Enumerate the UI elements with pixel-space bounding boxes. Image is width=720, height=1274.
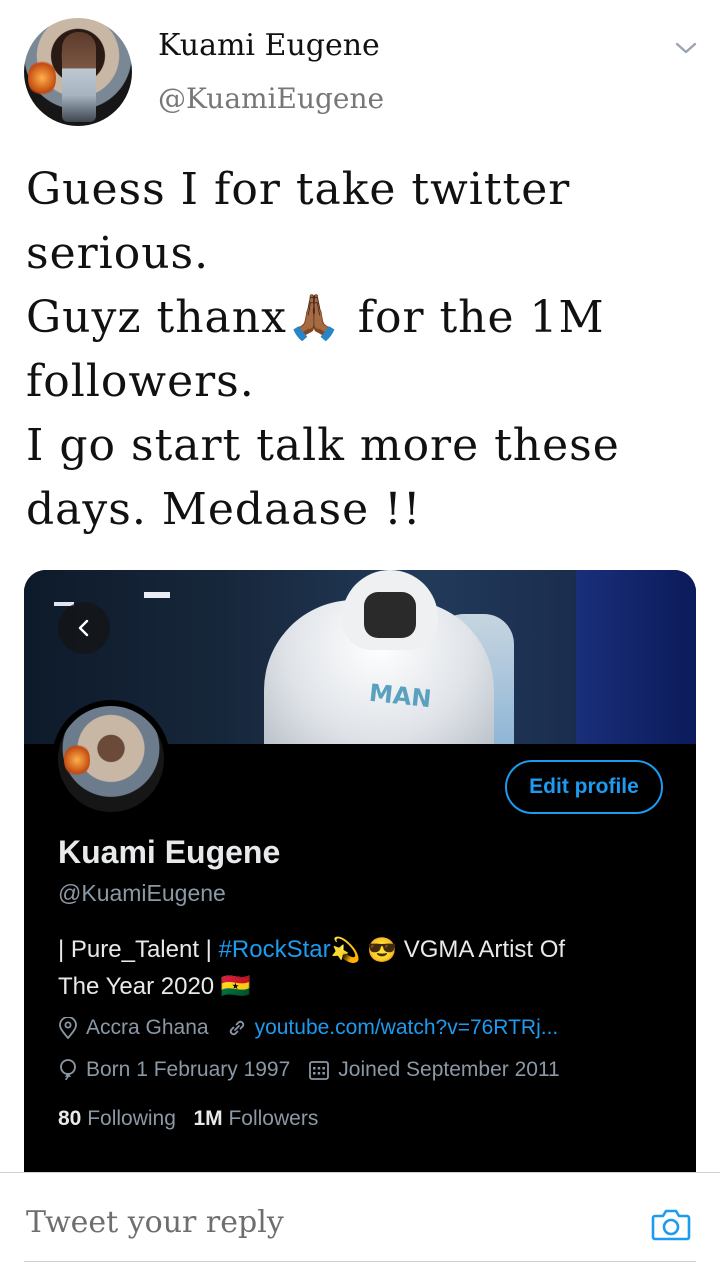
follow-stats: 80 Following 1M Followers: [58, 1107, 318, 1131]
back-arrow-icon: [78, 619, 89, 637]
profile-avatar[interactable]: [52, 700, 170, 818]
followers-stat[interactable]: 1M Followers: [193, 1107, 318, 1130]
tweet-text-line: serious.: [26, 228, 210, 279]
following-label: Following: [87, 1107, 176, 1130]
author-avatar[interactable]: [24, 18, 132, 126]
followers-count: 1M: [193, 1107, 223, 1130]
dizzy-emoji: 💫: [330, 936, 361, 964]
bio-text: The Year 2020: [58, 972, 215, 1000]
birthday-text: Born 1 February 1997: [86, 1058, 291, 1081]
followers-label: Followers: [228, 1107, 319, 1130]
balloon-icon: [60, 1059, 76, 1081]
location: Accra Ghana: [58, 1016, 209, 1040]
location-pin-icon: [59, 1017, 77, 1039]
tweet-text-line: I go start talk more these: [26, 420, 620, 471]
tweet-text-line: Guyz thanx🙏🏾 for the 1M: [26, 292, 605, 343]
camera-icon[interactable]: [650, 1203, 692, 1245]
profile-bio: | Pure_Talent | #RockStar💫 😎 VGMA Artist…: [58, 932, 668, 1005]
reply-input[interactable]: Tweet your reply: [26, 1205, 284, 1240]
following-count: 80: [58, 1107, 82, 1130]
chevron-down-icon[interactable]: [674, 36, 698, 60]
attached-image[interactable]: MAN Edit profile Kuami Eugene @KuamiEuge…: [24, 570, 696, 1172]
website[interactable]: youtube.com/watch?v=76RTRj...: [227, 1016, 559, 1040]
author-handle[interactable]: @KuamiEugene: [158, 82, 384, 115]
joined: Joined September 2011: [308, 1058, 560, 1082]
website-link[interactable]: youtube.com/watch?v=76RTRj...: [255, 1016, 559, 1040]
calendar-icon: [309, 1061, 330, 1080]
birthday: Born 1 February 1997: [58, 1058, 290, 1082]
reply-underline: [24, 1261, 696, 1262]
reply-bar: Tweet your reply: [0, 1173, 720, 1274]
following-stat[interactable]: 80 Following: [58, 1107, 176, 1130]
bio-hashtag[interactable]: #RockStar: [219, 936, 331, 963]
tweet-text-line: Guess I for take twitter: [26, 164, 571, 215]
link-icon: [229, 1020, 244, 1036]
location-text: Accra Ghana: [86, 1016, 209, 1039]
profile-name: Kuami Eugene: [58, 834, 281, 870]
sunglasses-emoji: 😎: [367, 936, 398, 964]
tweet-header: Kuami Eugene @KuamiEugene: [24, 18, 704, 128]
profile-handle: @KuamiEugene: [58, 880, 226, 906]
bio-text: | Pure_Talent |: [58, 936, 219, 963]
bio-text: VGMA Artist Of: [397, 936, 566, 963]
ghana-flag-emoji: 🇬🇭: [220, 973, 251, 1001]
tweet-text: Guess I for take twitter serious. Guyz t…: [26, 158, 666, 542]
profile-meta-row: Accra Ghana youtube.com/watch?v=76RTRj..…: [58, 1016, 576, 1040]
profile-meta-row: Born 1 February 1997 Joined September 20…: [58, 1058, 578, 1082]
joined-text: Joined September 2011: [338, 1058, 560, 1081]
edit-profile-button[interactable]: Edit profile: [505, 760, 663, 814]
author-name[interactable]: Kuami Eugene: [158, 28, 380, 63]
back-button[interactable]: [58, 602, 110, 654]
tweet-text-line: days. Medaase !!: [26, 484, 422, 535]
tweet-text-line: followers.: [26, 356, 255, 407]
